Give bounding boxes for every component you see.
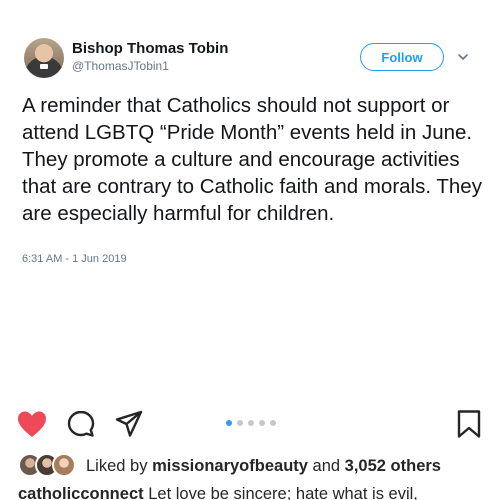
- embedded-tweet: Bishop Thomas Tobin @ThomasJTobin1 Follo…: [0, 0, 500, 400]
- carousel-dot: [226, 420, 232, 426]
- liked-by-text: Liked by missionaryofbeauty and 3,052 ot…: [86, 457, 441, 476]
- author-name[interactable]: Bishop Thomas Tobin: [72, 40, 228, 57]
- post-caption: catholicconnect Let love be sincere; hat…: [18, 485, 418, 500]
- carousel-dot: [270, 420, 276, 426]
- chevron-down-icon[interactable]: [456, 50, 470, 64]
- avatar[interactable]: [52, 453, 76, 477]
- carousel-indicator: [226, 420, 276, 426]
- caption-text: Let love be sincere; hate what is evil,: [148, 485, 418, 500]
- liked-by-prefix: Liked by: [86, 456, 148, 475]
- liked-by-and: and: [312, 456, 341, 475]
- tweet-timestamp[interactable]: 6:31 AM - 1 Jun 2019: [22, 253, 127, 265]
- likes-count[interactable]: 3,052 others: [345, 457, 441, 475]
- caption-username[interactable]: catholicconnect: [18, 485, 144, 500]
- post-action-bar: [0, 405, 500, 445]
- author-avatar[interactable]: [24, 38, 64, 78]
- bookmark-icon[interactable]: [456, 409, 482, 439]
- follow-button[interactable]: Follow: [360, 43, 444, 71]
- liked-by-row: Liked by missionaryofbeauty and 3,052 ot…: [18, 452, 441, 480]
- liker-avatars[interactable]: [18, 453, 78, 479]
- tweet-text: A reminder that Catholics should not sup…: [22, 94, 482, 225]
- carousel-dot: [248, 420, 254, 426]
- carousel-dot: [259, 420, 265, 426]
- share-icon[interactable]: [114, 409, 144, 439]
- author-handle[interactable]: @ThomasJTobin1: [72, 59, 169, 73]
- carousel-dot: [237, 420, 243, 426]
- heart-icon[interactable]: [16, 409, 48, 439]
- liked-by-user[interactable]: missionaryofbeauty: [152, 457, 308, 475]
- comment-icon[interactable]: [66, 409, 96, 439]
